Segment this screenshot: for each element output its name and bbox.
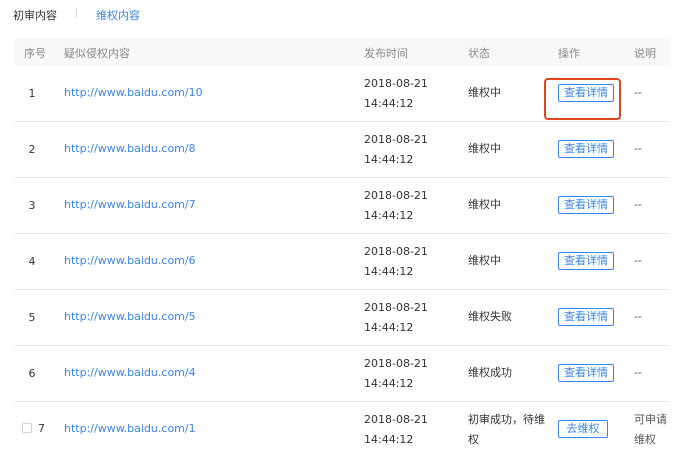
row-checkbox[interactable] <box>22 423 32 433</box>
row-note: -- <box>634 254 642 267</box>
row-publish-time: 2018-08-21 14:44:12 <box>364 130 428 170</box>
row-status: 维权中 <box>468 142 501 155</box>
row-publish-time: 2018-08-21 14:44:12 <box>364 74 428 114</box>
row-status: 维权中 <box>468 254 501 267</box>
row-time: 14:44:12 <box>364 321 414 334</box>
row-note-line: 维权 <box>634 433 656 446</box>
row-status-line: 初审成功，待维 <box>468 413 545 426</box>
tab-initial-review[interactable]: 初审内容 <box>13 7 57 23</box>
row-status: 维权中 <box>468 86 501 99</box>
header-action: 操作 <box>558 47 580 60</box>
table-row: 6 http://www.baidu.com/4 2018-08-21 14:4… <box>14 346 670 402</box>
row-note: 可申请 维权 <box>634 410 667 450</box>
row-url-link[interactable]: http://www.baidu.com/10 <box>64 86 203 99</box>
protect-rights-button[interactable]: 去维权 <box>558 420 608 438</box>
table-header: 序号 疑似侵权内容 发布时间 状态 操作 说明 <box>14 38 670 66</box>
row-note: -- <box>634 86 642 99</box>
row-number: 5 <box>28 311 36 324</box>
header-time: 发布时间 <box>364 47 408 60</box>
row-date: 2018-08-21 <box>364 245 428 258</box>
row-number: 7 <box>38 422 45 435</box>
row-publish-time: 2018-08-21 14:44:12 <box>364 298 428 338</box>
view-details-button[interactable]: 查看详情 <box>558 364 614 382</box>
row-url-link[interactable]: http://www.baidu.com/5 <box>64 310 196 323</box>
row-date: 2018-08-21 <box>364 301 428 314</box>
header-status: 状态 <box>468 47 490 60</box>
header-no: 序号 <box>24 47 46 60</box>
row-note: -- <box>634 198 642 211</box>
row-url-link[interactable]: http://www.baidu.com/4 <box>64 366 196 379</box>
row-url-link[interactable]: http://www.baidu.com/8 <box>64 142 196 155</box>
table-row: 4 http://www.baidu.com/6 2018-08-21 14:4… <box>14 234 670 290</box>
row-url-link[interactable]: http://www.baidu.com/6 <box>64 254 196 267</box>
view-details-button[interactable]: 查看详情 <box>558 308 614 326</box>
row-number: 3 <box>28 199 36 212</box>
table-row: 3 http://www.baidu.com/7 2018-08-21 14:4… <box>14 178 670 234</box>
row-number: 6 <box>28 367 36 380</box>
highlight-box <box>544 78 621 120</box>
view-details-button[interactable]: 查看详情 <box>558 252 614 270</box>
row-status: 维权中 <box>468 198 501 211</box>
row-time: 14:44:12 <box>364 153 414 166</box>
row-note-line: 可申请 <box>634 413 667 426</box>
row-status: 维权成功 <box>468 366 512 379</box>
row-status-line: 权 <box>468 433 479 446</box>
tab-bar: 初审内容 维权内容 <box>0 0 684 30</box>
row-date: 2018-08-21 <box>364 189 428 202</box>
row-publish-time: 2018-08-21 14:44:12 <box>364 186 428 226</box>
view-details-button[interactable]: 查看详情 <box>558 140 614 158</box>
row-number: 4 <box>28 255 36 268</box>
row-url-link[interactable]: http://www.baidu.com/1 <box>64 422 196 435</box>
row-number: 2 <box>28 143 36 156</box>
row-date: 2018-08-21 <box>364 357 428 370</box>
header-content: 疑似侵权内容 <box>64 47 130 60</box>
row-status: 维权失败 <box>468 310 512 323</box>
tab-rights-protection[interactable]: 维权内容 <box>96 7 140 23</box>
row-note: -- <box>634 142 642 155</box>
row-number: 1 <box>28 87 36 100</box>
row-time: 14:44:12 <box>364 97 414 110</box>
row-date: 2018-08-21 <box>364 413 428 426</box>
row-note: -- <box>634 366 642 379</box>
row-date: 2018-08-21 <box>364 77 428 90</box>
row-url-link[interactable]: http://www.baidu.com/7 <box>64 198 196 211</box>
row-time: 14:44:12 <box>364 377 414 390</box>
row-publish-time: 2018-08-21 14:44:12 <box>364 354 428 394</box>
row-status: 初审成功，待维 权 <box>468 410 545 450</box>
view-details-button[interactable]: 查看详情 <box>558 196 614 214</box>
row-time: 14:44:12 <box>364 265 414 278</box>
row-date: 2018-08-21 <box>364 133 428 146</box>
header-note: 说明 <box>634 47 656 60</box>
row-time: 14:44:12 <box>364 209 414 222</box>
table-row: 5 http://www.baidu.com/5 2018-08-21 14:4… <box>14 290 670 346</box>
row-note: -- <box>634 310 642 323</box>
row-publish-time: 2018-08-21 14:44:12 <box>364 410 428 450</box>
row-publish-time: 2018-08-21 14:44:12 <box>364 242 428 282</box>
table-row: 2 http://www.baidu.com/8 2018-08-21 14:4… <box>14 122 670 178</box>
tab-divider <box>76 8 77 18</box>
row-time: 14:44:12 <box>364 433 414 446</box>
